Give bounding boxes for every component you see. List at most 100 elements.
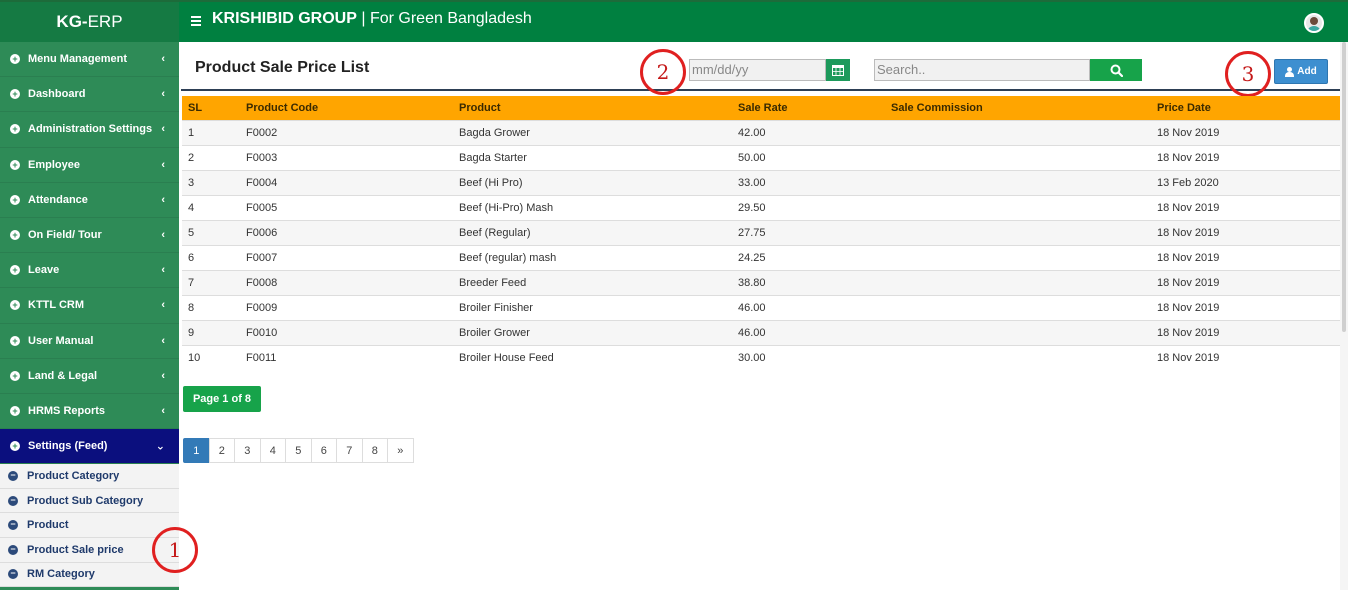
sidebar-item-dashboard[interactable]: + Dashboard ‹ — [0, 77, 179, 113]
sidebar-item-menu-management[interactable]: + Menu Management ‹ — [0, 42, 179, 78]
cell-sale-rate: 24.25 — [738, 252, 766, 264]
table-row[interactable]: 8 F0009 Broiler Finisher 46.00 18 Nov 2019 — [182, 295, 1340, 320]
column-header-sl[interactable]: SL — [182, 102, 240, 114]
page-link-2[interactable]: 2 — [208, 438, 235, 463]
sidebar-item-label: Attendance — [28, 193, 88, 206]
page-link-7[interactable]: 7 — [336, 438, 363, 463]
chevron-left-icon: ‹ — [161, 404, 165, 417]
plus-circle-icon: + — [10, 124, 20, 135]
pagination: 1 2 3 4 5 6 7 8 » — [183, 438, 414, 463]
cell-product: Bagda Grower — [459, 127, 530, 139]
sidebar-item-land-legal[interactable]: + Land & Legal ‹ — [0, 359, 179, 394]
page-next-button[interactable]: » — [387, 438, 414, 463]
cell-price-date: 18 Nov 2019 — [1157, 327, 1220, 339]
add-button[interactable]: Add — [1274, 59, 1328, 84]
page-link-6[interactable]: 6 — [310, 438, 337, 463]
sidebar-item-attendance[interactable]: + Attendance ‹ — [0, 183, 179, 218]
page-link-4[interactable]: 4 — [259, 438, 286, 463]
sidebar-item-employee[interactable]: + Employee ‹ — [0, 148, 179, 183]
plus-circle-icon: + — [10, 370, 20, 381]
vertical-scrollbar[interactable] — [1340, 42, 1348, 590]
plus-circle-icon: + — [10, 89, 20, 100]
table-row[interactable]: 7 F0008 Breeder Feed 38.80 18 Nov 2019 — [182, 270, 1340, 295]
cell-product-code: F0004 — [246, 177, 278, 189]
sidebar-item-kttl-crm[interactable]: + KTTL CRM ‹ — [0, 288, 179, 324]
cell-product-code: F0002 — [246, 127, 278, 139]
plus-circle-icon: + — [10, 405, 20, 416]
submenu-item-label: Product Sub Category — [27, 494, 144, 507]
cell-price-date: 18 Nov 2019 — [1157, 227, 1220, 239]
submenu-item-product-category[interactable]: − Product Category — [0, 464, 179, 489]
cell-product: Beef (Hi-Pro) Mash — [459, 202, 554, 214]
minus-circle-icon: − — [8, 569, 18, 580]
sidebar-item-label: HRMS Reports — [28, 404, 106, 417]
sidebar-item-label: Settings (Feed) — [28, 440, 108, 453]
page-link-8[interactable]: 8 — [361, 438, 388, 463]
cell-product: Bagda Starter — [459, 152, 527, 164]
cell-price-date: 18 Nov 2019 — [1157, 202, 1220, 214]
table-row[interactable]: 1 F0002 Bagda Grower 42.00 18 Nov 2019 — [182, 120, 1340, 145]
table-row[interactable]: 4 F0005 Beef (Hi-Pro) Mash 29.50 18 Nov 2019 — [182, 195, 1340, 220]
price-list-table: SL Product Code Product Sale Rate Sale C… — [182, 96, 1340, 370]
sidebar-item-label: Dashboard — [28, 88, 86, 101]
top-navbar: KG- ERP KRISHIBID GROUP | For Green Bangl… — [0, 0, 1348, 42]
table-row[interactable]: 10 F0011 Broiler House Feed 30.00 18 Nov 201… — [182, 345, 1340, 370]
column-header-price-date[interactable]: Price Date — [1151, 102, 1340, 114]
date-filter-input[interactable]: mm/dd/yy — [689, 59, 826, 81]
chevron-left-icon: ‹ — [161, 334, 165, 347]
sidebar-item-user-manual[interactable]: + User Manual ‹ — [0, 324, 179, 359]
table-row[interactable]: 6 F0007 Beef (regular) mash 24.25 18 Nov 201… — [182, 245, 1340, 270]
column-header-product[interactable]: Product — [453, 102, 732, 114]
chevron-left-icon: ‹ — [161, 229, 165, 242]
page-link-3[interactable]: 3 — [234, 438, 261, 463]
sidebar-item-hrms-reports[interactable]: + HRMS Reports ‹ — [0, 394, 179, 430]
company-name: KRISHIBID GROUP — [212, 10, 357, 27]
scrollbar-thumb[interactable] — [1342, 42, 1346, 332]
table-row[interactable]: 5 F0006 Beef (Regular) 27.75 18 Nov 2019 — [182, 220, 1340, 245]
cell-product: Broiler Grower — [459, 327, 530, 339]
cell-product-code: F0011 — [246, 352, 277, 364]
cell-product-code: F0006 — [246, 227, 278, 239]
sidebar-item-on-field-tour[interactable]: + On Field/ Tour ‹ — [0, 218, 179, 254]
column-header-sale-commission[interactable]: Sale Commission — [885, 102, 1151, 114]
sidebar-item-settings-feed[interactable]: + Settings (Feed) ⌄ — [0, 429, 179, 465]
cell-product: Broiler House Feed — [459, 352, 554, 364]
calendar-button[interactable] — [826, 59, 850, 81]
chevron-left-icon: ‹ — [161, 264, 165, 277]
user-avatar[interactable] — [1304, 13, 1324, 33]
cell-sl: 3 — [188, 177, 195, 189]
page-link-1[interactable]: 1 — [183, 438, 210, 463]
cell-sale-rate: 27.75 — [738, 227, 766, 239]
sidebar: + Menu Management ‹ + Dashboard ‹ + Administr… — [0, 42, 179, 590]
chevron-left-icon: ‹ — [161, 158, 165, 171]
page-title: Product Sale Price List — [195, 59, 370, 76]
column-header-sale-rate[interactable]: Sale Rate — [732, 102, 885, 114]
cell-sl: 1 — [188, 127, 195, 139]
search-button[interactable] — [1090, 59, 1142, 81]
sidebar-item-administration-settings[interactable]: + Administration Settings ‹ — [0, 112, 179, 148]
table-row[interactable]: 3 F0004 Beef (Hi Pro) 33.00 13 Feb 2020 — [182, 170, 1340, 195]
cell-product-code: F0003 — [246, 152, 278, 164]
table-row[interactable]: 9 F0010 Broiler Grower 46.00 18 Nov 2019 — [182, 320, 1340, 345]
cell-product: Beef (Regular) — [459, 227, 531, 239]
search-input[interactable]: Search.. — [874, 59, 1090, 81]
hamburger-menu-icon[interactable] — [191, 14, 201, 26]
cell-product: Breeder Feed — [459, 277, 527, 289]
cell-price-date: 18 Nov 2019 — [1157, 152, 1220, 164]
sidebar-item-label: User Manual — [28, 334, 94, 347]
cell-sl: 7 — [188, 277, 195, 289]
column-header-product-code[interactable]: Product Code — [240, 102, 453, 114]
page-link-5[interactable]: 5 — [285, 438, 312, 463]
cell-product-code: F0010 — [246, 327, 278, 339]
table-row[interactable]: 2 F0003 Bagda Starter 50.00 18 Nov 2019 — [182, 145, 1340, 170]
plus-circle-icon: + — [10, 335, 20, 346]
cell-sale-rate: 42.00 — [738, 127, 766, 139]
sidebar-item-leave[interactable]: + Leave ‹ — [0, 253, 179, 289]
app-logo[interactable]: KG- ERP — [0, 2, 179, 42]
submenu-item-product[interactable]: − Product — [0, 513, 179, 539]
table-body: 1 F0002 Bagda Grower 42.00 18 Nov 2019 2 F000… — [182, 120, 1340, 370]
cell-price-date: 18 Nov 2019 — [1157, 352, 1220, 364]
chevron-left-icon: ‹ — [161, 299, 165, 312]
submenu-item-product-sub-category[interactable]: − Product Sub Category — [0, 488, 179, 514]
submenu-item-rm-category[interactable]: − RM Category — [0, 562, 179, 588]
